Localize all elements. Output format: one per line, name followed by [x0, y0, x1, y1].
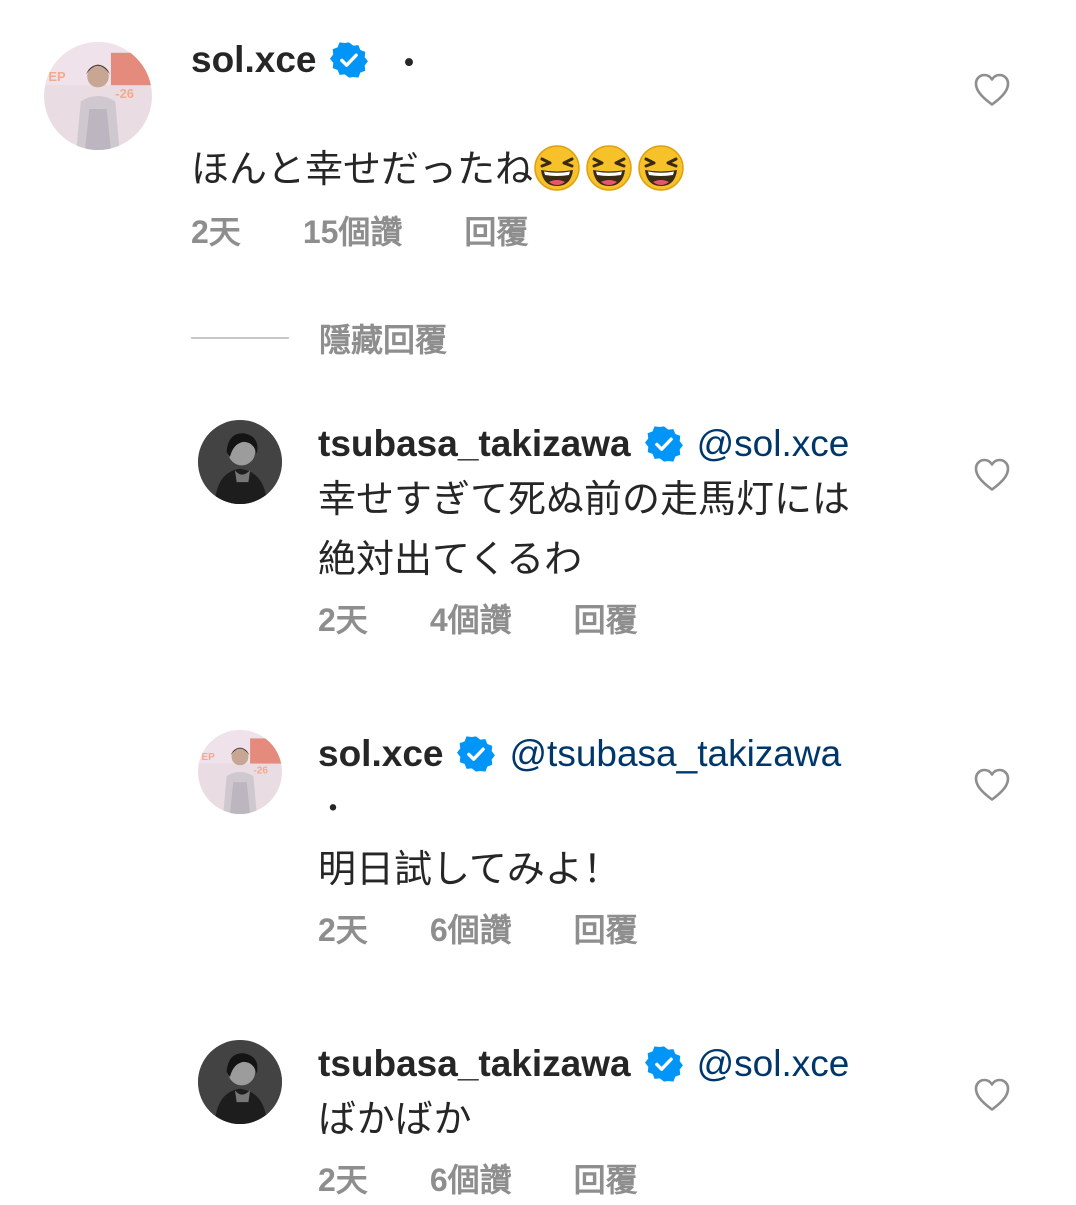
separator-dot: ・	[390, 43, 428, 84]
verified-badge-icon	[457, 735, 495, 773]
mention-link[interactable]: @tsubasa_takizawa	[509, 733, 841, 775]
username[interactable]: tsubasa_takizawa	[318, 423, 631, 465]
comment-text: ばかばか	[318, 1090, 849, 1150]
laughing-emoji-icon	[637, 144, 685, 192]
comment-text: 幸せすぎて死ぬ前の走馬灯には 絶対出てくるわ	[318, 470, 850, 590]
avatar[interactable]	[198, 730, 282, 814]
verified-badge-icon	[645, 1045, 683, 1083]
reply-button[interactable]: 回覆	[464, 207, 528, 253]
mention-link[interactable]: @sol.xce	[697, 423, 850, 465]
username[interactable]: tsubasa_takizawa	[318, 1043, 631, 1085]
comment-text-line: 絶対出てくるわ	[318, 539, 583, 581]
like-count[interactable]: 6個讚	[430, 1155, 512, 1201]
avatar[interactable]	[198, 1040, 282, 1124]
comment-text-line: 明日試してみよ！	[318, 849, 621, 891]
comment-time: 2天	[318, 912, 368, 948]
avatar[interactable]	[44, 42, 152, 150]
comment-time: 2天	[318, 602, 368, 638]
divider	[191, 337, 289, 339]
comment-time: 2天	[191, 214, 241, 250]
like-count[interactable]: 4個讚	[430, 595, 512, 641]
like-heart-icon[interactable]	[974, 73, 1010, 107]
verified-badge-icon	[330, 41, 368, 79]
avatar[interactable]	[198, 420, 282, 504]
username[interactable]: sol.xce	[318, 733, 443, 775]
hide-replies-toggle[interactable]: 隱藏回覆	[191, 315, 447, 361]
comment-text: 明日試してみよ！	[318, 840, 841, 900]
like-heart-icon[interactable]	[974, 1078, 1010, 1112]
like-heart-icon[interactable]	[974, 768, 1010, 802]
comment-text-line: ほんと幸せだったね	[191, 149, 534, 191]
separator-dot: ・	[318, 793, 348, 826]
username[interactable]: sol.xce	[191, 39, 316, 81]
comment-time: 2天	[318, 1162, 368, 1198]
mention-link[interactable]: @sol.xce	[697, 1043, 850, 1085]
comment-text-line: ばかばか	[318, 1099, 472, 1141]
verified-badge-icon	[645, 425, 683, 463]
laughing-emoji-icon	[533, 144, 581, 192]
reply-button[interactable]: 回覆	[574, 1155, 638, 1201]
reply-button[interactable]: 回覆	[574, 595, 638, 641]
hide-replies-label[interactable]: 隱藏回覆	[319, 315, 447, 361]
comment-text-line: 幸せすぎて死ぬ前の走馬灯には	[318, 479, 851, 521]
like-count[interactable]: 15個讚	[303, 207, 403, 253]
reply-button[interactable]: 回覆	[574, 905, 638, 951]
like-heart-icon[interactable]	[974, 458, 1010, 492]
comment-text: ほんと幸せだったね	[191, 140, 689, 200]
like-count[interactable]: 6個讚	[430, 905, 512, 951]
laughing-emoji-icon	[585, 144, 633, 192]
